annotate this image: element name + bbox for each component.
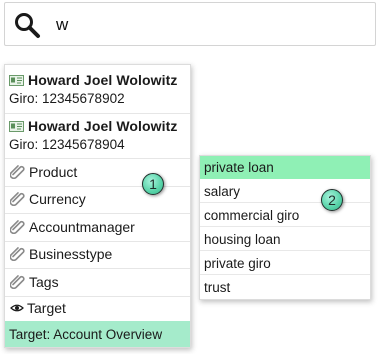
option-label: private giro [204,255,271,271]
search-query[interactable]: w [56,15,68,35]
category-accountmanager[interactable]: Accountmanager [10,216,135,238]
footer-label: Target: Account Overview [9,326,163,342]
option-label: salary [204,183,241,199]
category-label: Accountmanager [29,219,135,235]
category-businesstype[interactable]: Businesstype [10,243,112,265]
category-label: Businesstype [29,246,113,262]
submenu-option-private-giro[interactable]: private giro [200,252,370,275]
suggestion-panel: Howard Joel Wolowitz Giro: 12345678902 H… [4,64,191,348]
divider [5,268,190,269]
option-label: housing loan [204,231,281,247]
product-submenu: private loan salary commercial giro hous… [199,155,371,300]
category-label: Target [27,300,66,316]
submenu-option-commercial-giro[interactable]: commercial giro [200,204,370,227]
submenu-option-private-loan[interactable]: private loan [200,156,370,179]
divider [5,113,190,114]
contact-name: Howard Joel Wolowitz [28,72,178,88]
contact-card-icon [9,120,24,132]
contact-item[interactable]: Howard Joel Wolowitz Giro: 12345678904 [9,117,178,152]
contact-giro: Giro: 12345678904 [9,137,125,152]
category-product[interactable]: Product [10,161,77,183]
divider [5,241,190,242]
contact-item[interactable]: Howard Joel Wolowitz Giro: 12345678902 [9,71,178,106]
contact-giro: Giro: 12345678902 [9,91,125,106]
target-footer[interactable]: Target: Account Overview [5,321,190,347]
callout-badge-1: 1 [142,173,164,195]
divider [5,158,190,159]
search-bar[interactable]: w [4,2,376,46]
category-label: Tags [29,274,59,290]
contact-name: Howard Joel Wolowitz [28,118,178,134]
category-tags[interactable]: Tags [10,271,59,293]
submenu-option-trust[interactable]: trust [200,276,370,299]
callout-badge-2: 2 [321,189,343,211]
option-label: private loan [204,160,274,175]
paperclip-icon [10,220,25,234]
category-target[interactable]: Target [10,297,66,319]
submenu-option-salary[interactable]: salary [200,180,370,203]
paperclip-icon [10,275,25,289]
target-icon [10,304,24,312]
category-label: Product [29,164,78,180]
category-label: Currency [29,191,86,207]
paperclip-icon [10,165,25,179]
option-label: trust [204,280,231,295]
option-label: commercial giro [204,207,300,223]
search-icon [15,13,40,38]
paperclip-icon [10,247,25,261]
divider [5,213,190,214]
paperclip-icon [10,192,25,206]
contact-card-icon [9,74,24,86]
submenu-option-housing-loan[interactable]: housing loan [200,228,370,251]
category-currency[interactable]: Currency [10,188,86,210]
